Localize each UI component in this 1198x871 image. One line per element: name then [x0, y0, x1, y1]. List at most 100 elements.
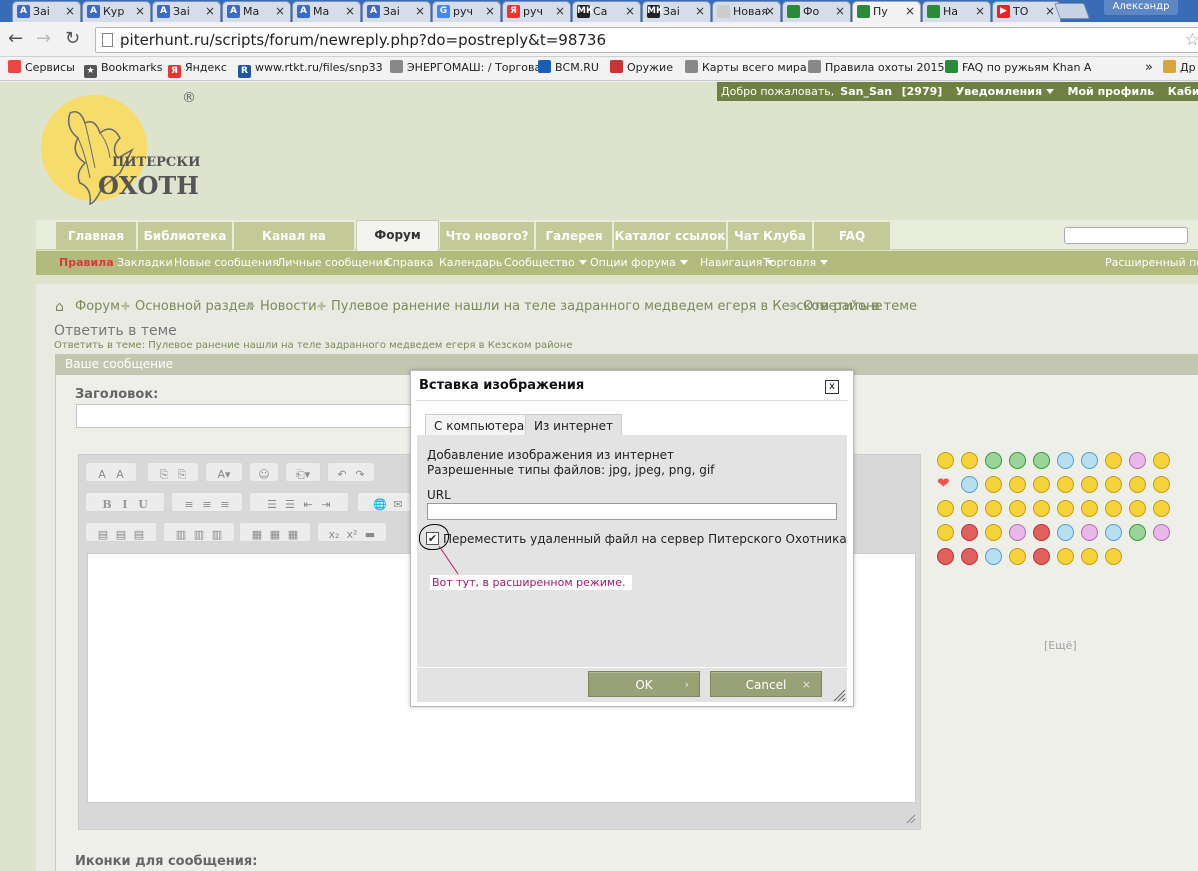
nav-tab[interactable]: Канал на YouTube — [234, 222, 355, 271]
subnav-link[interactable]: Сообщество — [504, 251, 587, 275]
smiley-icon[interactable] — [961, 452, 978, 469]
site-search-input[interactable] — [1064, 227, 1188, 244]
tab-close-icon[interactable]: × — [625, 2, 635, 21]
smiley-icon[interactable] — [1033, 452, 1050, 469]
smiley-icon[interactable] — [1081, 548, 1098, 565]
tab-close-icon[interactable]: × — [905, 2, 915, 21]
breadcrumb-item[interactable]: Новости — [260, 299, 317, 314]
browser-tab[interactable]: A Заі × — [12, 1, 81, 22]
bookmark-item[interactable]: Оружие — [610, 57, 673, 79]
smiley-icon[interactable] — [937, 548, 954, 565]
smiley-icon[interactable] — [985, 524, 1002, 541]
dialog-close-button[interactable]: x — [825, 380, 839, 394]
editor-tool-icon[interactable]: ≡ — [180, 496, 198, 511]
browser-tab[interactable]: Gруч × — [432, 1, 501, 22]
tab-close-icon[interactable]: × — [345, 2, 355, 21]
browser-tab[interactable]: Новая × — [712, 1, 781, 22]
browser-tab[interactable]: A Ма × — [292, 1, 361, 22]
browser-tab[interactable]: A Кур × — [82, 1, 151, 22]
tab-from-computer[interactable]: С компьютера — [425, 414, 534, 436]
bookmark-item[interactable]: Rwww.rtkt.ru/files/snp33 — [238, 57, 383, 79]
smiley-icon[interactable] — [1009, 548, 1026, 565]
nav-tab[interactable]: Что нового? — [440, 222, 535, 250]
editor-tool-icon[interactable]: x₂ — [325, 526, 343, 541]
url-input[interactable] — [427, 503, 837, 520]
bookmark-item[interactable]: FAQ по ружьям Khan A — [945, 57, 1091, 79]
bookmark-item[interactable]: ★ Bookmarks — [84, 57, 162, 79]
browser-tab[interactable]: На × — [922, 1, 991, 22]
editor-tool-icon[interactable]: ⎗▾ — [294, 466, 312, 481]
smiley-icon[interactable] — [1081, 452, 1098, 469]
browser-tab[interactable]: Пу × — [852, 1, 921, 22]
smiley-icon[interactable] — [1129, 524, 1146, 541]
tab-close-icon[interactable]: × — [975, 2, 985, 21]
smiley-icon[interactable] — [1057, 548, 1074, 565]
browser-tab[interactable]: A Заі × — [152, 1, 221, 22]
my-profile-link[interactable]: Мой профиль — [1068, 85, 1155, 98]
editor-tool-icon[interactable]: ▦ — [248, 526, 266, 541]
smiley-icon[interactable] — [985, 500, 1002, 517]
smiley-icon[interactable] — [1057, 476, 1074, 493]
home-icon[interactable]: ⌂ — [55, 299, 64, 315]
smiley-icon[interactable] — [1105, 500, 1122, 517]
subnav-link[interactable]: Личные сообщения — [277, 251, 389, 275]
advanced-search-link[interactable]: Расширенный поис — [1105, 251, 1198, 275]
subnav-link[interactable]: Справка — [385, 251, 433, 275]
tab-close-icon[interactable]: × — [835, 2, 845, 21]
smiley-icon[interactable] — [961, 548, 978, 565]
editor-tool-icon[interactable]: ▥ — [208, 526, 226, 541]
smiley-icon[interactable] — [1153, 476, 1170, 493]
site-logo[interactable]: ПИТЕРСКИЙ ОХОТНИК — [40, 88, 244, 210]
bookmark-item[interactable]: Сервисы — [8, 57, 75, 79]
editor-tool-icon[interactable]: U — [134, 496, 152, 511]
subnav-link[interactable]: Опции форума — [590, 251, 688, 275]
address-bar[interactable]: piterhunt.ru/scripts/forum/newreply.php?… — [95, 27, 1198, 53]
editor-tool-icon[interactable]: A — [111, 466, 129, 481]
smiley-icon[interactable] — [1129, 476, 1146, 493]
smiley-icon[interactable] — [961, 500, 978, 517]
smiley-icon[interactable] — [1081, 524, 1098, 541]
browser-tab[interactable]: МК Са × — [572, 1, 641, 22]
bookmark-star-icon[interactable]: ☆ — [1185, 28, 1198, 52]
new-tab-button[interactable] — [1054, 3, 1090, 19]
editor-tool-icon[interactable]: ▥ — [190, 526, 208, 541]
cancel-button[interactable]: Cancel × — [710, 671, 822, 697]
smiley-icon[interactable] — [1009, 452, 1026, 469]
smiley-icon[interactable] — [1033, 524, 1050, 541]
editor-tool-icon[interactable]: ▬ — [361, 526, 379, 541]
tab-close-icon[interactable]: × — [275, 2, 285, 21]
editor-tool-icon[interactable]: I — [116, 496, 134, 511]
smiley-icon[interactable] — [1105, 548, 1122, 565]
editor-tool-icon[interactable]: ≡ — [198, 496, 216, 511]
editor-tool-icon[interactable]: ⎘ — [155, 466, 173, 481]
editor-tool-icon[interactable]: ⇤ — [299, 496, 317, 511]
editor-tool-icon[interactable]: ⎘ — [173, 466, 191, 481]
smiley-icon[interactable] — [937, 452, 954, 469]
tab-close-icon[interactable]: × — [65, 2, 75, 21]
tab-close-icon[interactable]: × — [695, 2, 705, 21]
smiley-icon[interactable] — [1105, 524, 1122, 541]
tab-close-icon[interactable]: × — [415, 2, 425, 21]
bookmark-item[interactable]: Др — [1163, 57, 1196, 79]
nav-tab[interactable]: Главная — [56, 222, 137, 250]
tab-close-icon[interactable]: × — [485, 2, 495, 21]
smiley-icon[interactable] — [937, 500, 954, 517]
bookmark-item[interactable]: Правила охоты 2015 — [808, 57, 944, 79]
editor-tool-icon[interactable]: 🌐 — [371, 496, 389, 511]
smiley-icon[interactable] — [1057, 524, 1074, 541]
smiley-icon[interactable] — [1153, 500, 1170, 517]
editor-tool-icon[interactable]: ↶ — [333, 466, 351, 481]
breadcrumb-item[interactable]: Основной раздел — [135, 299, 254, 314]
smiley-icon[interactable] — [1105, 476, 1122, 493]
browser-tab[interactable]: A Ма × — [222, 1, 291, 22]
subnav-link[interactable]: Закладки — [117, 251, 173, 275]
nav-tab[interactable]: Чат Клуба — [728, 222, 813, 250]
bookmark-item[interactable]: Я Яндекс — [168, 57, 227, 79]
smiley-icon[interactable] — [1129, 452, 1146, 469]
editor-tool-icon[interactable]: ▦ — [266, 526, 284, 541]
editor-tool-icon[interactable]: A▾ — [215, 466, 233, 481]
editor-tool-icon[interactable]: ▤ — [94, 526, 112, 541]
forward-arrow-icon[interactable]: → — [36, 30, 51, 48]
tab-close-icon[interactable]: × — [555, 2, 565, 21]
tab-from-internet[interactable]: Из интернет — [525, 414, 623, 436]
